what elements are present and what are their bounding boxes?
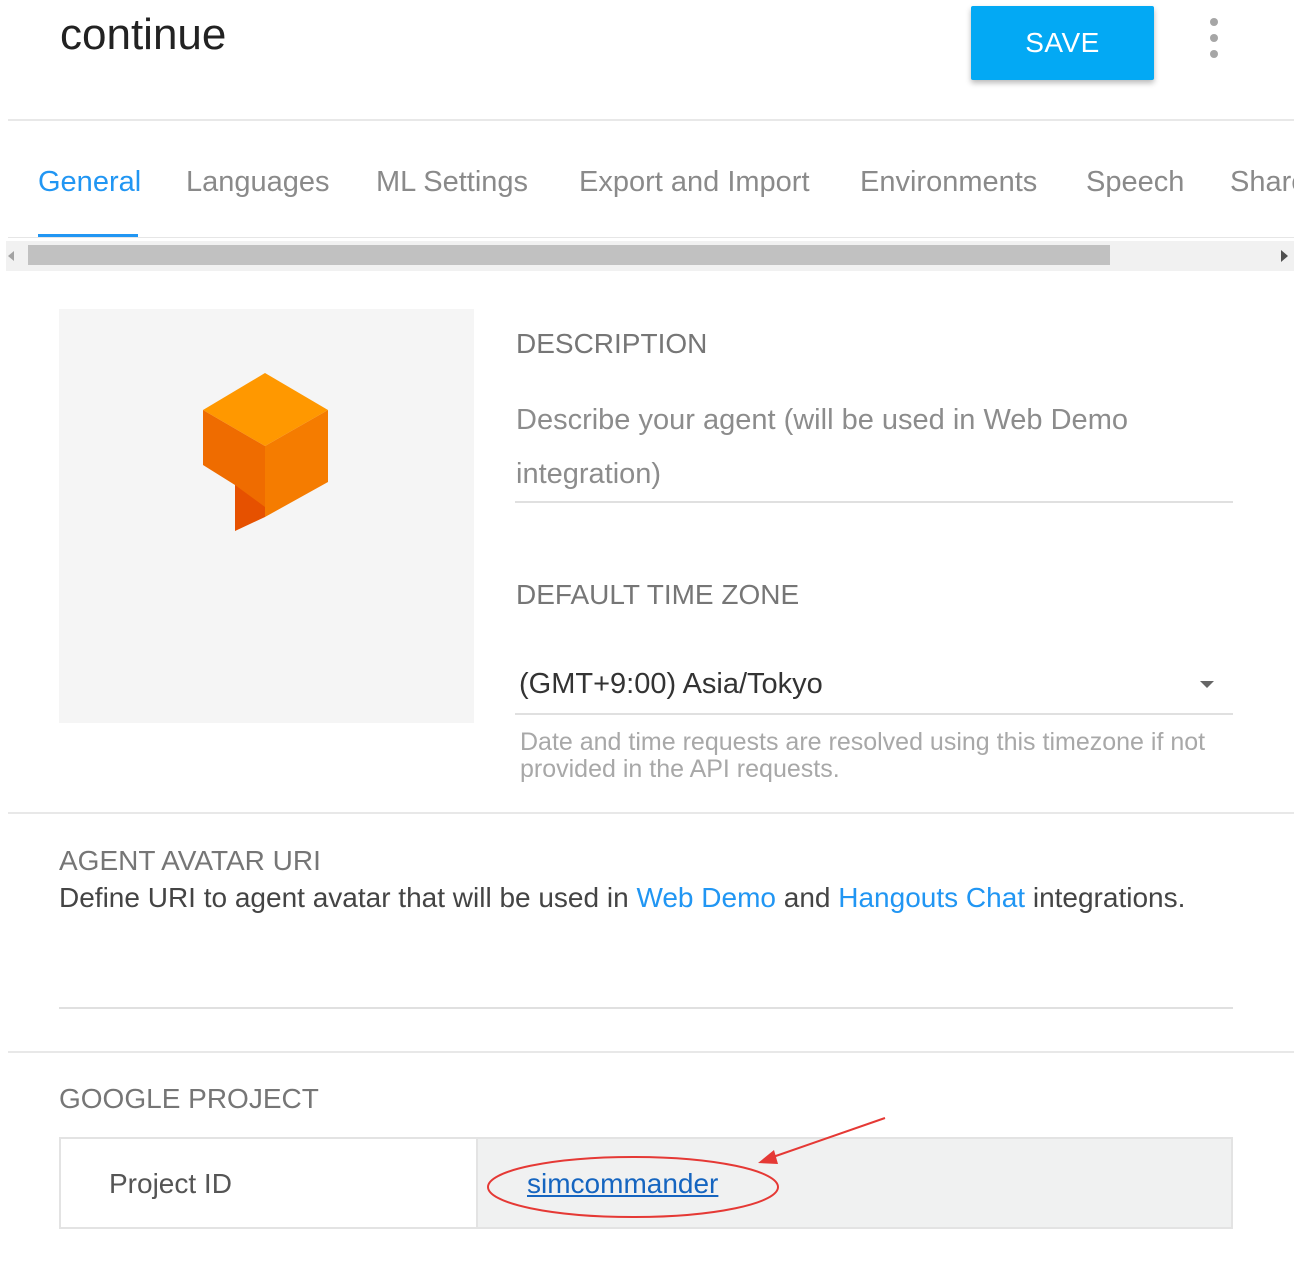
annotation-arrowhead: [758, 1150, 778, 1164]
annotation-overlay: [487, 1117, 886, 1218]
annotation-ellipse: [487, 1156, 779, 1218]
annotation-arrow-line: [769, 1117, 886, 1159]
